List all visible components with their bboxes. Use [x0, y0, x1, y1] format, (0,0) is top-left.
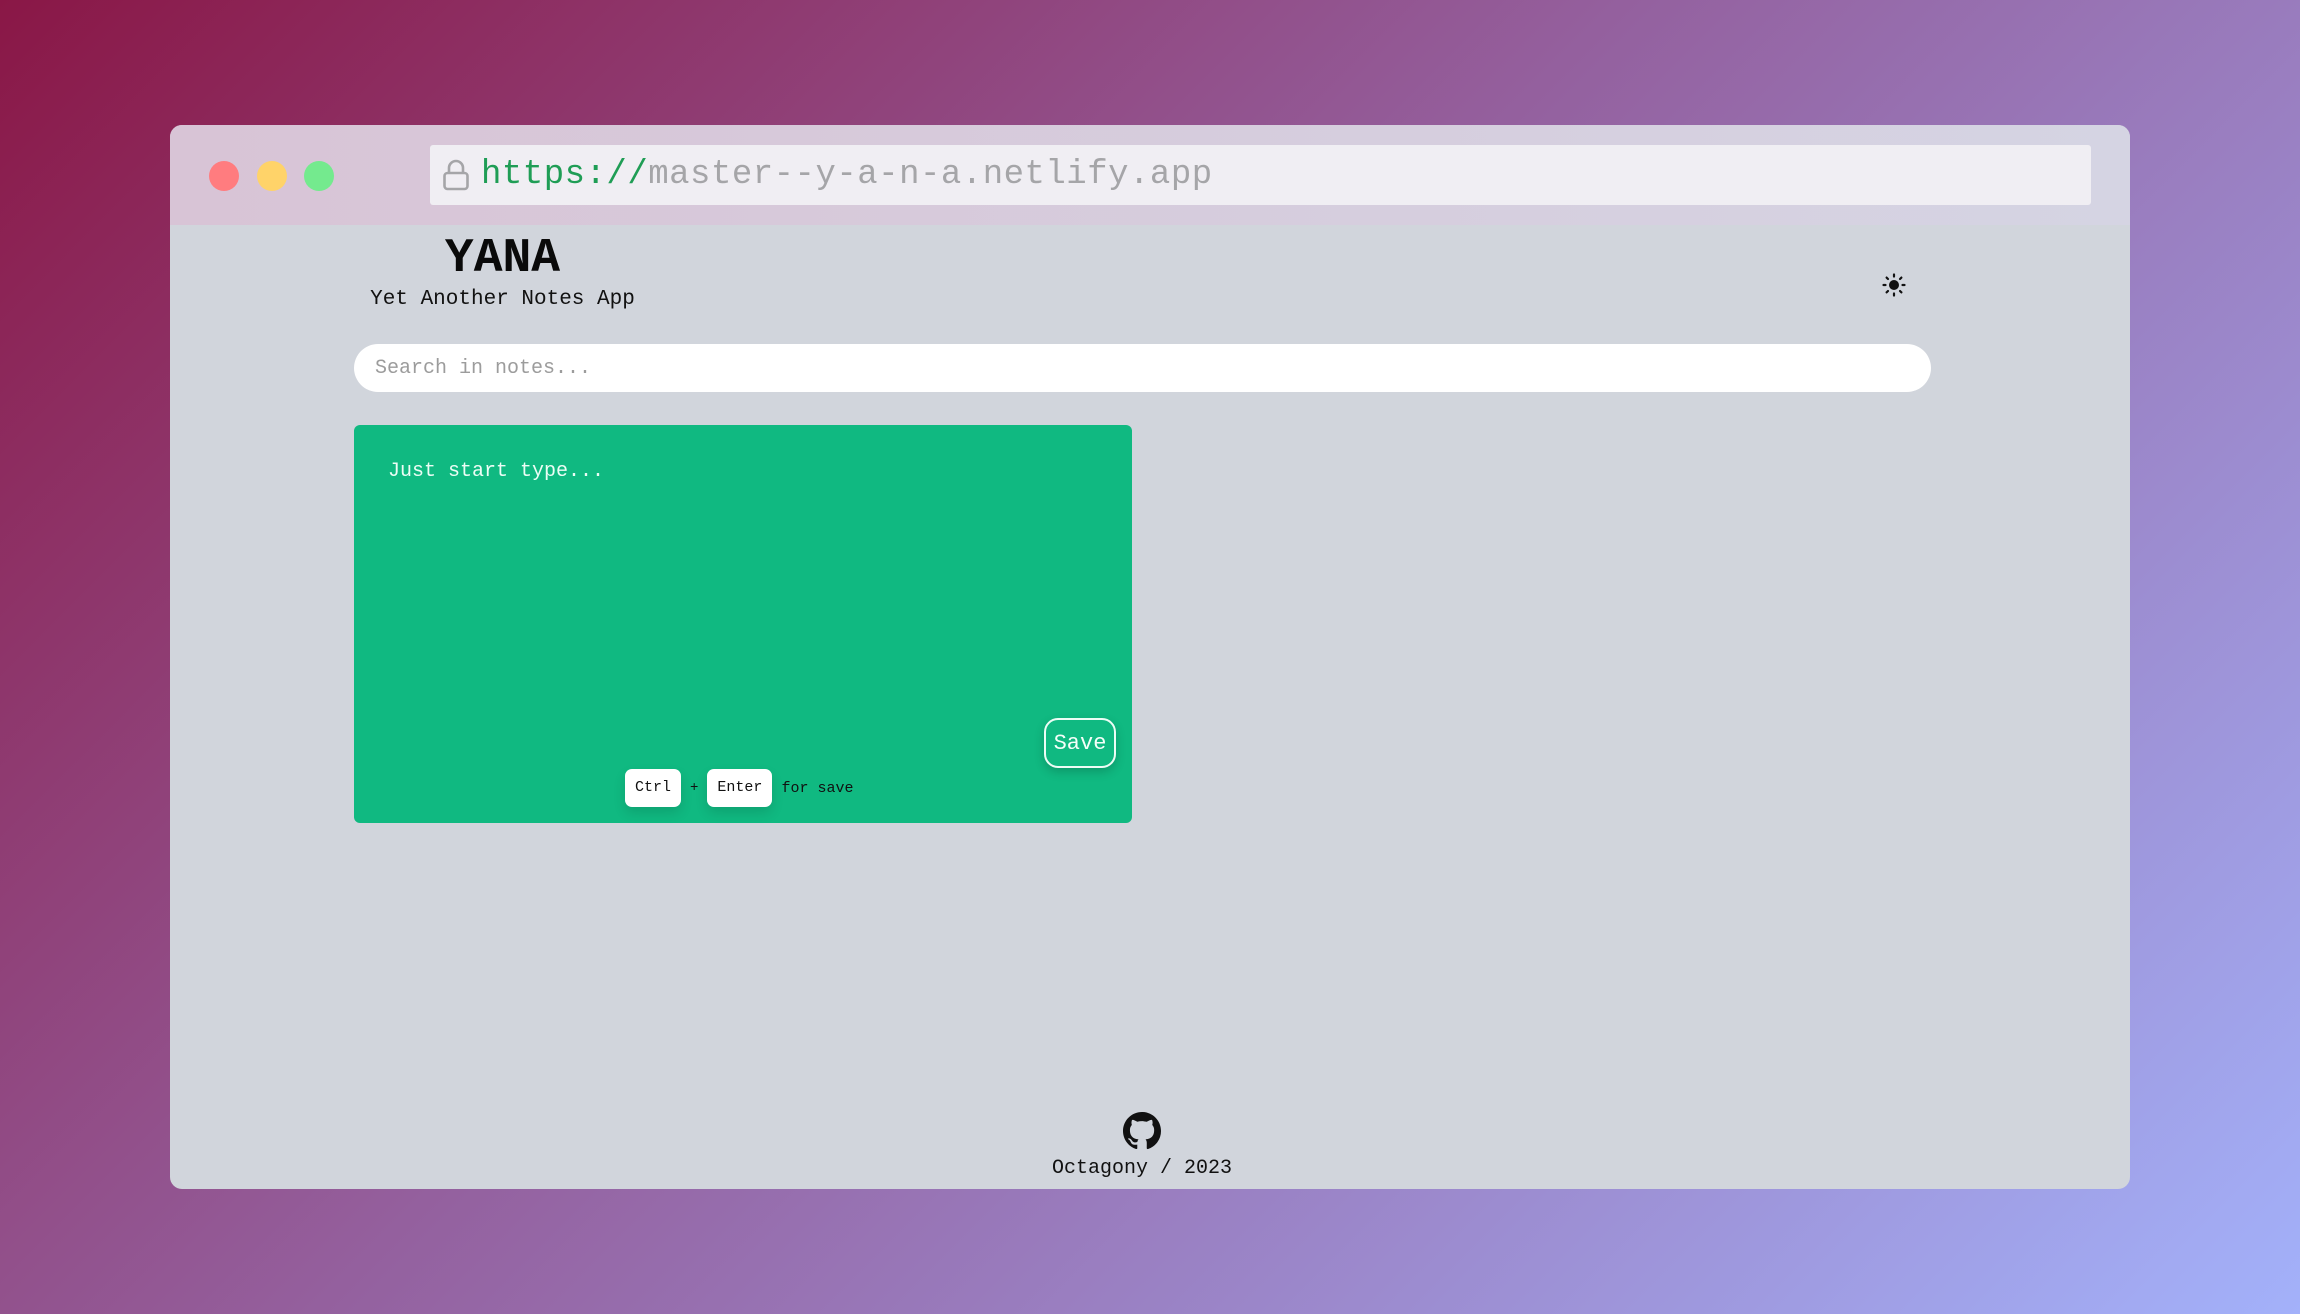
- url-scheme: https://: [481, 156, 649, 194]
- enter-key-badge: Enter: [707, 769, 773, 807]
- save-button[interactable]: Save: [1044, 718, 1116, 768]
- ctrl-key-badge: Ctrl: [625, 769, 682, 807]
- footer-credit: Octagony / 2023: [1051, 1157, 1233, 1180]
- github-icon[interactable]: [1123, 1112, 1161, 1150]
- maximize-window-button[interactable]: [304, 161, 334, 191]
- address-bar[interactable]: https://master--y-a-n-a.netlify.app: [430, 145, 2091, 205]
- note-textarea[interactable]: [388, 460, 1088, 710]
- shortcut-hint-text: for save: [781, 779, 854, 797]
- shortcut-plus: +: [690, 780, 699, 796]
- lock-icon: [443, 159, 469, 191]
- sun-icon[interactable]: [1882, 273, 1906, 297]
- minimize-window-button[interactable]: [257, 161, 287, 191]
- app-content: YANA Yet Another Notes App Save Ctrl +: [170, 225, 2130, 1189]
- search-input[interactable]: [354, 344, 1931, 392]
- app-title: YANA: [444, 232, 561, 286]
- shortcut-hint: Ctrl + Enter for save: [625, 769, 853, 807]
- app-subtitle: Yet Another Notes App: [370, 288, 635, 311]
- url-text: https://master--y-a-n-a.netlify.app: [481, 156, 1213, 194]
- new-note-card: Save Ctrl + Enter for save: [354, 425, 1132, 823]
- url-host: master--y-a-n-a.netlify.app: [648, 156, 1213, 194]
- browser-titlebar: https://master--y-a-n-a.netlify.app: [170, 125, 2130, 225]
- close-window-button[interactable]: [209, 161, 239, 191]
- browser-window: https://master--y-a-n-a.netlify.app YANA…: [170, 125, 2130, 1189]
